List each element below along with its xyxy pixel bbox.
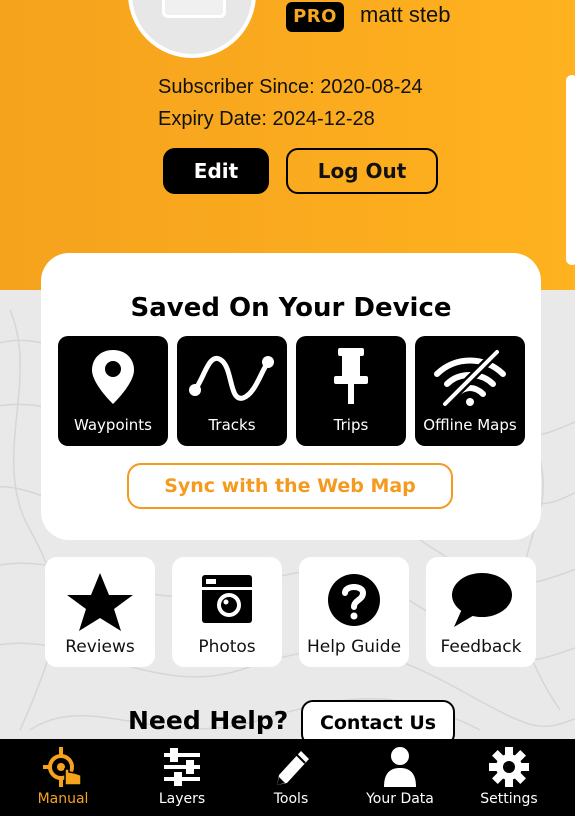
bottom-nav: Manual Layers Tools Your Data Settings <box>0 739 575 816</box>
nav-label: Layers <box>158 791 206 807</box>
nav-label: Your Data <box>366 791 434 807</box>
card-label: Photos <box>198 637 256 657</box>
username: matt steb <box>360 2 451 27</box>
help-icon <box>328 574 380 626</box>
pro-badge: PRO <box>286 2 344 32</box>
nav-settings[interactable]: Settings <box>454 739 564 816</box>
feedback-card[interactable]: Feedback <box>426 557 536 667</box>
wifi-off-icon <box>434 348 506 408</box>
logout-button[interactable]: Log Out <box>286 148 438 194</box>
saved-on-device-card: Saved On Your Device Waypoints Tracks Tr… <box>41 253 541 540</box>
sliders-icon <box>164 748 200 786</box>
trips-tile[interactable]: Trips <box>296 336 406 446</box>
map-pin-icon <box>92 350 134 404</box>
speech-bubble-icon <box>452 573 512 627</box>
sync-web-map-button[interactable]: Sync with the Web Map <box>127 463 453 509</box>
card-label: Feedback <box>440 637 522 657</box>
saved-title: Saved On Your Device <box>130 293 452 323</box>
side-panel-handle[interactable] <box>566 75 575 265</box>
nav-manual[interactable]: Manual <box>8 739 118 816</box>
star-icon <box>67 573 133 631</box>
tile-label: Offline Maps <box>423 416 517 434</box>
gear-icon <box>489 747 529 787</box>
pencil-icon <box>277 751 309 785</box>
nav-label: Tools <box>273 791 309 807</box>
tile-label: Waypoints <box>73 416 152 434</box>
crosshair-hand-icon <box>43 747 82 787</box>
nav-tools[interactable]: Tools <box>236 739 346 816</box>
expiry-date: Expiry Date: 2024-12-28 <box>158 108 375 130</box>
nav-your-data[interactable]: Your Data <box>345 739 455 816</box>
help-guide-card[interactable]: Help Guide <box>299 557 409 667</box>
avatar[interactable] <box>128 0 256 58</box>
person-icon <box>384 747 416 787</box>
profile-header: PRO matt steb Subscriber Since: 2020-08-… <box>0 0 575 290</box>
tracks-tile[interactable]: Tracks <box>177 336 287 446</box>
offline-maps-tile[interactable]: Offline Maps <box>415 336 525 446</box>
edit-button[interactable]: Edit <box>163 148 269 194</box>
camera-icon <box>202 575 252 623</box>
photos-card[interactable]: Photos <box>172 557 282 667</box>
waypoints-tile[interactable]: Waypoints <box>58 336 168 446</box>
pushpin-icon <box>334 348 368 404</box>
subscriber-since: Subscriber Since: 2020-08-24 <box>158 76 423 98</box>
track-line-icon <box>189 355 274 401</box>
tile-label: Trips <box>333 416 369 434</box>
card-label: Reviews <box>65 637 135 657</box>
nav-label: Settings <box>480 791 538 807</box>
tile-label: Tracks <box>208 416 256 434</box>
need-help-heading: Need Help? <box>128 706 289 735</box>
avatar-placeholder <box>162 0 226 18</box>
nav-label: Manual <box>37 791 89 807</box>
reviews-card[interactable]: Reviews <box>45 557 155 667</box>
nav-layers[interactable]: Layers <box>127 739 237 816</box>
card-label: Help Guide <box>306 637 402 657</box>
